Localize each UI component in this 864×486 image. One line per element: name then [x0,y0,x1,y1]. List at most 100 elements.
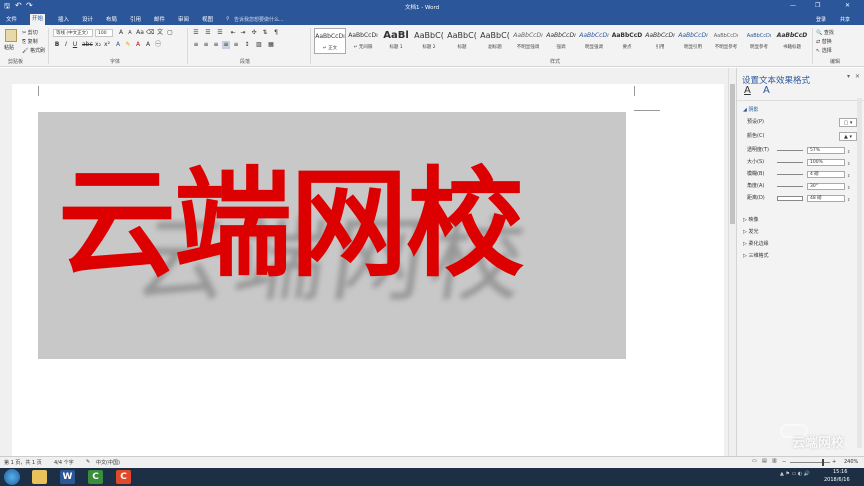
tab-insert[interactable]: 插入 [56,15,71,25]
size-input[interactable]: 100% [807,159,845,166]
undo-icon[interactable]: ↶ [15,1,22,10]
zoom-in-button[interactable]: + [832,459,836,465]
clock-time[interactable]: 15:16 [833,469,847,475]
zoom-slider-thumb[interactable] [822,459,824,466]
text-effects-icon[interactable]: A [114,41,122,49]
pane-close-button[interactable]: ✕ [855,73,860,80]
login-link[interactable]: 登录 [816,16,826,23]
camtasia-editor-icon[interactable]: C [116,470,131,484]
style-no-spacing[interactable]: AaBbCcDı ↵ 无间隔 [347,28,379,54]
tell-me-icon[interactable]: ⚲ [226,16,230,22]
file-explorer-icon[interactable] [32,470,47,484]
word-count[interactable]: 4/4 个字 [54,459,74,466]
bullets-icon[interactable]: ☰ [192,29,200,37]
align-right-icon[interactable]: ≡ [212,41,220,49]
language[interactable]: 中文(中国) [96,459,120,466]
style-title[interactable]: AaBbC(标题 [446,28,478,54]
angle-spinner[interactable]: ⇕ [847,183,850,192]
phonetic-guide-icon[interactable]: 文 [156,29,164,37]
web-layout-icon[interactable]: ▥ [772,458,777,464]
3d-format-section[interactable]: ▷ 三维格式 [743,252,768,259]
chinese-layout-icon[interactable]: ✣ [250,29,258,37]
shading-icon[interactable]: ▨ [255,41,263,49]
style-intense-reference[interactable]: AaBbCcDı 明显参考 [743,28,775,54]
proofing-icon[interactable]: ✎ [86,459,90,465]
style-normal[interactable]: AaBbCcDı ↵ 正文 [314,28,346,54]
word-icon[interactable]: W [60,470,75,484]
share-button[interactable]: 共享 [840,16,850,23]
text-fill-outline-icon[interactable]: A [744,85,751,96]
subscript-icon[interactable]: x₂ [94,41,102,49]
angle-slider[interactable] [777,186,803,187]
style-subtle-emphasis[interactable]: AaBbCcDı 不明显强调 [512,28,544,54]
distance-slider[interactable] [777,196,803,201]
superscript-icon[interactable]: x² [103,41,111,49]
blur-spinner[interactable]: ⇕ [847,171,850,180]
tab-view[interactable]: 视图 [200,15,215,25]
save-icon[interactable]: 🖫 [4,2,10,13]
format-painter-button[interactable]: 🖌 格式刷 [22,47,45,54]
tab-design[interactable]: 设计 [80,15,95,25]
close-button[interactable]: ✕ [845,2,850,9]
change-case-icon[interactable]: Aa [136,29,144,37]
blur-input[interactable]: 4 磅 [807,171,845,178]
soft-edges-section[interactable]: ▷ 柔化边缘 [743,240,768,247]
tab-home[interactable]: 开始 [30,14,46,25]
distributed-icon[interactable]: ≡ [232,41,240,49]
color-picker[interactable]: ▲ ▾ [839,132,857,141]
distance-spinner[interactable]: ⇕ [847,195,850,204]
redo-icon[interactable]: ↷ [26,1,33,10]
align-center-icon[interactable]: ≡ [202,41,210,49]
font-name-select[interactable]: 等线 (中文正文) [53,29,93,37]
select-button[interactable]: ↖ 选择 [816,47,832,54]
pane-dropdown-icon[interactable]: ▾ [847,73,850,80]
cut-button[interactable]: ✂ 剪切 [22,29,38,36]
shrink-font-icon[interactable]: A [126,29,134,37]
zoom-out-button[interactable]: − [782,459,786,465]
grow-font-icon[interactable]: A [117,29,125,37]
sort-icon[interactable]: ⇅ [261,29,269,37]
numbering-icon[interactable]: ☰ [204,29,212,37]
style-intense-quote[interactable]: AaBbCcDı 明显引用 [677,28,709,54]
justify-icon[interactable]: ≡ [222,41,230,49]
tab-layout[interactable]: 布局 [104,15,119,25]
tab-review[interactable]: 审阅 [176,15,191,25]
strikethrough-icon[interactable]: abc [82,41,93,49]
pane-scrollbar[interactable] [857,98,862,448]
decrease-indent-icon[interactable]: ⇤ [229,29,237,37]
size-slider[interactable] [777,162,803,163]
font-size-select[interactable]: 100 [95,29,113,37]
blur-slider[interactable] [777,174,803,175]
document-text[interactable]: 云端网校 [58,128,524,299]
transparency-slider[interactable] [777,150,803,151]
style-emphasis[interactable]: AaBbCcDı 强调 [545,28,577,54]
style-heading-2[interactable]: AaBbC(标题 2 [413,28,445,54]
style-subtitle[interactable]: AaBbC(副标题 [479,28,511,54]
line-spacing-icon[interactable]: ↕ [243,41,251,49]
preset-dropdown[interactable]: ▢ ▾ [839,118,857,127]
minimize-button[interactable]: — [790,2,796,9]
paste-icon[interactable] [5,29,17,42]
char-shading-icon[interactable]: A [144,41,152,49]
clear-format-icon[interactable]: ⌫ [146,29,154,37]
multilevel-list-icon[interactable]: ☰ [216,29,224,37]
camtasia-recorder-icon[interactable]: C [88,470,103,484]
style-subtle-reference[interactable]: AaBbCcDı 不明显参考 [710,28,742,54]
transparency-input[interactable]: 57% [807,147,845,154]
italic-icon[interactable]: I [62,41,70,49]
increase-indent-icon[interactable]: ⇥ [239,29,247,37]
underline-icon[interactable]: U [71,41,79,49]
vertical-scrollbar[interactable] [728,68,736,456]
glow-section[interactable]: ▷ 发光 [743,228,758,235]
highlight-icon[interactable]: ✎ [124,41,132,49]
start-button[interactable] [4,469,20,485]
size-spinner[interactable]: ⇕ [847,159,850,168]
show-marks-icon[interactable]: ¶ [272,29,280,37]
zoom-slider[interactable] [790,462,830,463]
copy-button[interactable]: ⎘ 复制 [22,38,38,45]
reflection-section[interactable]: ▷ 映像 [743,216,758,223]
style-heading-1[interactable]: AaBl 标题 1 [380,28,412,54]
tab-references[interactable]: 引用 [128,15,143,25]
read-mode-icon[interactable]: ▭ [752,458,757,464]
enclose-char-icon[interactable]: ㊀ [154,41,162,49]
